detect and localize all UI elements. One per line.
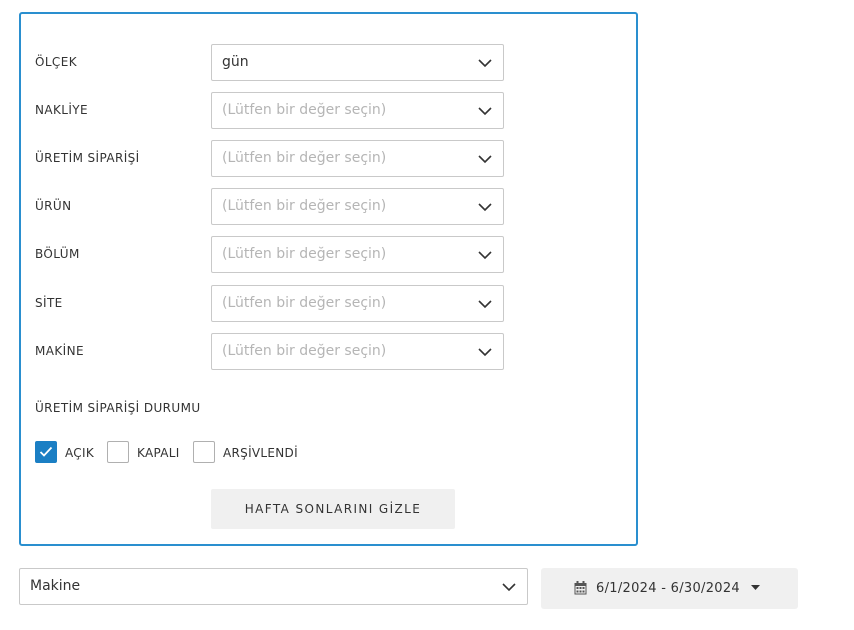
- filter-row-department: BÖLÜM (Lütfen bir değer seçin): [35, 236, 505, 273]
- department-select[interactable]: (Lütfen bir değer seçin): [211, 236, 504, 273]
- production-order-select-placeholder: (Lütfen bir değer seçin): [222, 150, 387, 166]
- filter-row-machine: MAKİNE (Lütfen bir değer seçin): [35, 333, 505, 370]
- filter-label-department: BÖLÜM: [35, 247, 80, 261]
- group-by-select-value: Makine: [30, 578, 81, 594]
- filter-row-production-order: ÜRETİM SİPARİŞİ (Lütfen bir değer seçin): [35, 140, 505, 177]
- site-select-placeholder: (Lütfen bir değer seçin): [222, 295, 387, 311]
- status-closed-checkbox[interactable]: [107, 441, 129, 463]
- chevron-down-icon: [478, 155, 492, 164]
- shipping-select-placeholder: (Lütfen bir değer seçin): [222, 102, 387, 118]
- calendar-icon: [574, 581, 587, 595]
- scale-select-value: gün: [222, 54, 249, 70]
- filter-panel: ÖLÇEK gün NAKLİYE (Lütfen bir değer seçi…: [19, 12, 638, 546]
- filter-row-scale: ÖLÇEK gün: [35, 44, 505, 81]
- chevron-down-icon: [478, 300, 492, 309]
- chevron-down-icon: [478, 107, 492, 116]
- chevron-down-icon: [478, 203, 492, 212]
- filter-row-product: ÜRÜN (Lütfen bir değer seçin): [35, 188, 505, 225]
- chevron-down-icon: [478, 348, 492, 357]
- filter-label-shipping: NAKLİYE: [35, 103, 88, 117]
- group-by-select[interactable]: Makine: [19, 568, 528, 605]
- product-select[interactable]: (Lütfen bir değer seçin): [211, 188, 504, 225]
- filter-label-product: ÜRÜN: [35, 199, 72, 213]
- filter-row-shipping: NAKLİYE (Lütfen bir değer seçin): [35, 92, 505, 129]
- department-select-placeholder: (Lütfen bir değer seçin): [222, 246, 387, 262]
- chevron-down-icon: [478, 251, 492, 260]
- filter-label-production-order: ÜRETİM SİPARİŞİ: [35, 151, 140, 165]
- date-range-button[interactable]: 6/1/2024 - 6/30/2024: [541, 568, 798, 609]
- status-closed-label: KAPALI: [137, 446, 180, 460]
- filter-label-machine: MAKİNE: [35, 344, 84, 358]
- production-order-select[interactable]: (Lütfen bir değer seçin): [211, 140, 504, 177]
- site-select[interactable]: (Lütfen bir değer seçin): [211, 285, 504, 322]
- check-icon: [39, 446, 53, 457]
- shipping-select[interactable]: (Lütfen bir değer seçin): [211, 92, 504, 129]
- order-status-title: ÜRETİM SİPARİŞİ DURUMU: [35, 401, 201, 415]
- filter-label-scale: ÖLÇEK: [35, 55, 77, 69]
- status-archived-checkbox[interactable]: [193, 441, 215, 463]
- machine-select-placeholder: (Lütfen bir değer seçin): [222, 343, 387, 359]
- product-select-placeholder: (Lütfen bir değer seçin): [222, 198, 387, 214]
- scale-select[interactable]: gün: [211, 44, 504, 81]
- machine-select[interactable]: (Lütfen bir değer seçin): [211, 333, 504, 370]
- chevron-down-icon: [478, 59, 492, 68]
- date-range-text: 6/1/2024 - 6/30/2024: [596, 581, 740, 596]
- status-archived-label: ARŞİVLENDİ: [223, 446, 298, 460]
- status-open-label: AÇIK: [65, 446, 94, 460]
- filter-label-site: SİTE: [35, 296, 63, 310]
- chevron-down-icon: [502, 583, 516, 592]
- status-open-checkbox[interactable]: [35, 441, 57, 463]
- filter-row-site: SİTE (Lütfen bir değer seçin): [35, 285, 505, 322]
- caret-down-icon: [751, 585, 760, 590]
- hide-weekends-button[interactable]: HAFTA SONLARINI GİZLE: [211, 489, 455, 529]
